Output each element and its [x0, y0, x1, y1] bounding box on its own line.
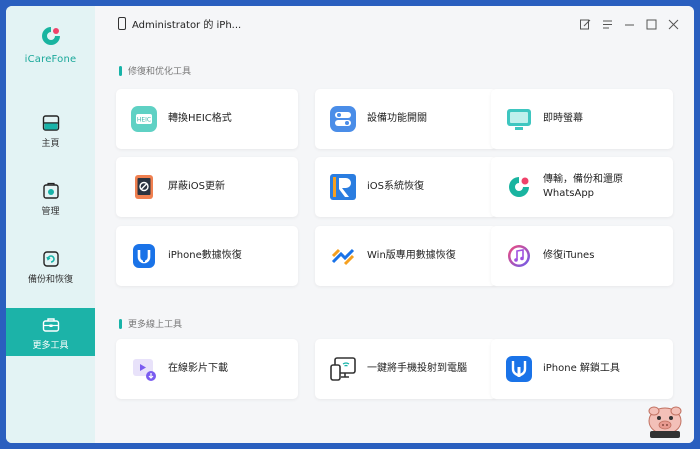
tool-card-label: 傳輸，備份和還原 WhatsApp: [543, 174, 623, 199]
tool-card-label: iPhone 解鎖工具: [543, 363, 620, 374]
tool-card-iphone-unlock[interactable]: iPhone 解鎖工具: [491, 339, 673, 399]
backup-icon: [42, 250, 60, 268]
tool-card-whatsapp-transfer[interactable]: 傳輸，備份和還原 WhatsApp: [491, 157, 673, 217]
unlock-icon: [505, 355, 533, 383]
toolbox-icon: [42, 316, 60, 334]
tool-card-heic[interactable]: HEIC 轉換HEIC格式: [116, 89, 298, 149]
section-title: 修復和优化工具: [128, 67, 192, 77]
tool-card-label: 在線影片下載: [168, 363, 228, 374]
svg-text:HEIC: HEIC: [137, 117, 151, 124]
sidebar-item-label: 管理: [41, 207, 60, 217]
block-update-icon: [130, 173, 158, 201]
icarefone-logo-icon: [40, 25, 62, 47]
tool-card-label: 屏蔽iOS更新: [168, 181, 225, 192]
tool-card-label: iOS系統恢復: [367, 181, 424, 192]
phone-mirror-icon: [329, 355, 357, 383]
tool-card-label: 修復iTunes: [543, 250, 595, 261]
mascot-watermark: [642, 405, 688, 439]
ultdata-icon: [130, 242, 158, 270]
app-name: iCareFone: [24, 54, 77, 65]
feedback-icon[interactable]: [574, 16, 596, 32]
sidebar-item-label: 更多工具: [32, 341, 69, 351]
section-repair-header: 修復和优化工具: [119, 64, 191, 77]
reiboot-icon: [329, 173, 357, 201]
phone-icon: [118, 17, 126, 30]
video-download-icon: [130, 355, 158, 383]
close-icon[interactable]: [662, 16, 684, 32]
titlebar: Administrator 的 iPh...: [95, 6, 694, 42]
sidebar-item-label: 備份和恢復: [27, 275, 73, 285]
tool-card-block-update[interactable]: 屏蔽iOS更新: [116, 157, 298, 217]
menu-icon[interactable]: [596, 16, 618, 32]
tool-card-label: 轉換HEIC格式: [168, 113, 232, 124]
sidebar-item-manage[interactable]: 管理: [6, 182, 95, 230]
tool-card-ios-recovery[interactable]: iOS系統恢復: [315, 157, 497, 217]
tool-card-win-recovery[interactable]: Win版專用數據恢復: [315, 226, 497, 286]
maximize-icon[interactable]: [640, 16, 662, 32]
device-name: Administrator 的 iPh...: [132, 20, 242, 31]
section-marker: [119, 318, 122, 329]
screen-icon: [505, 105, 533, 133]
tool-card-label: 即時螢幕: [543, 113, 583, 124]
main-content: Administrator 的 iPh... 修復和优化工具 HEIC 轉換HE…: [95, 6, 694, 443]
sidebar-item-more-tools[interactable]: 更多工具: [6, 308, 95, 356]
tool-card-iphone-recovery[interactable]: iPhone數據恢復: [116, 226, 298, 286]
manage-icon: [42, 182, 60, 200]
section-more-header: 更多線上工具: [119, 317, 182, 330]
tool-card-label: 一鍵將手機投射到電腦: [367, 363, 467, 374]
minimize-icon[interactable]: [618, 16, 640, 32]
tool-card-label: 設備功能開關: [367, 113, 427, 124]
heic-icon: HEIC: [130, 105, 158, 133]
section-title: 更多線上工具: [128, 320, 183, 330]
tool-card-video-download[interactable]: 在線影片下載: [116, 339, 298, 399]
whatsapp-transfer-icon: [505, 173, 533, 201]
tool-card-device-toggle[interactable]: 設備功能開關: [315, 89, 497, 149]
window-controls: [574, 16, 684, 32]
sidebar: iCareFone 主頁 管理 備份和恢復 更多工具: [6, 6, 95, 443]
app-window: iCareFone 主頁 管理 備份和恢復 更多工具 Administrator…: [6, 6, 694, 443]
toggle-icon: [329, 105, 357, 133]
tool-card-label: Win版專用數據恢復: [367, 250, 456, 261]
sidebar-item-home[interactable]: 主頁: [6, 114, 95, 162]
tool-card-phone-mirror[interactable]: 一鍵將手機投射到電腦: [315, 339, 497, 399]
sidebar-item-backup[interactable]: 備份和恢復: [6, 250, 95, 298]
itunes-icon: [505, 242, 533, 270]
section-marker: [119, 65, 122, 76]
tool-card-label: iPhone數據恢復: [168, 250, 242, 261]
win-recovery-icon: [329, 242, 357, 270]
device-selector[interactable]: Administrator 的 iPh...: [118, 16, 241, 31]
sidebar-item-label: 主頁: [41, 139, 60, 149]
tool-card-live-screen[interactable]: 即時螢幕: [491, 89, 673, 149]
app-logo: iCareFone: [6, 25, 95, 65]
home-icon: [42, 114, 60, 132]
tool-card-itunes-repair[interactable]: 修復iTunes: [491, 226, 673, 286]
